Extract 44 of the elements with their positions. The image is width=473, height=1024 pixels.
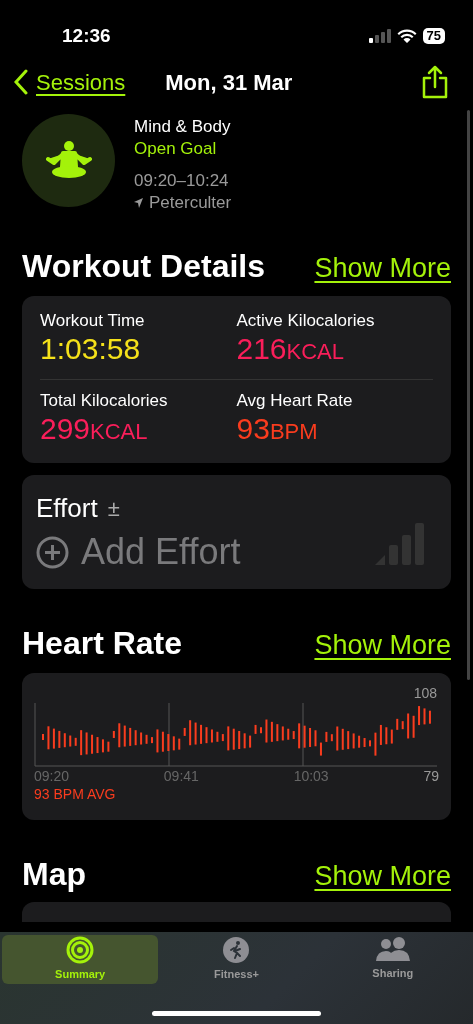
chart-time-label: 10:03 [293,767,330,785]
metric-value: 216KCAL [236,332,346,367]
show-more-link[interactable]: Show More [314,255,451,282]
workout-type: Mind & Body [134,116,232,138]
effort-title: Effort [36,492,98,525]
metric-label: Avg Heart Rate [236,390,354,412]
show-more-link[interactable]: Show More [314,863,451,890]
metric-label: Workout Time [40,310,146,332]
metric-value: 1:03:58 [40,332,142,366]
metric-label: Active Kilocalories [236,310,376,332]
people-icon [375,937,410,964]
time-range: 09:20–10:24 [134,170,230,192]
plus-circle-icon [36,535,69,569]
location: Peterculter [149,192,232,214]
tab[interactable]: Sharing [314,935,471,984]
nav-title: Mon, 31 Mar [165,68,293,97]
location-arrow-icon [134,198,143,208]
metric-label: Total Kilocalories [40,390,169,412]
wifi-icon [396,29,417,43]
chart-time-label: 09:20 [34,767,71,785]
meditation-icon [45,140,92,181]
signal-icon [368,29,391,43]
tab[interactable]: Fitness+ [158,935,315,984]
running-figure-icon [222,936,251,965]
chart-min-label: 79 [423,767,439,785]
metric-value: 299KCAL [40,412,149,447]
average-heart-rate: 93 BPM AVG [34,785,117,803]
tab[interactable]: Summary [2,935,159,984]
workout-goal: Open Goal [134,138,218,160]
share-icon[interactable] [421,65,449,99]
plus-minus-symbol: ± [107,495,120,523]
metric-value: 93BPM [236,412,319,447]
section-heading: Heart Rate [22,627,183,659]
battery-indicator: 75 [422,28,445,44]
back-chevron-icon [14,69,28,95]
show-more-link[interactable]: Show More [314,632,451,659]
chart-max-label: 108 [413,685,437,701]
status-time: 12:36 [62,23,111,48]
section-heading: Workout Details [22,250,265,282]
section-heading: Map [22,858,86,890]
rings-icon [66,936,95,965]
add-effort-button[interactable]: Add Effort [36,534,241,570]
back-link[interactable]: Sessions [14,65,126,99]
chart-time-label: 09:41 [163,767,200,785]
